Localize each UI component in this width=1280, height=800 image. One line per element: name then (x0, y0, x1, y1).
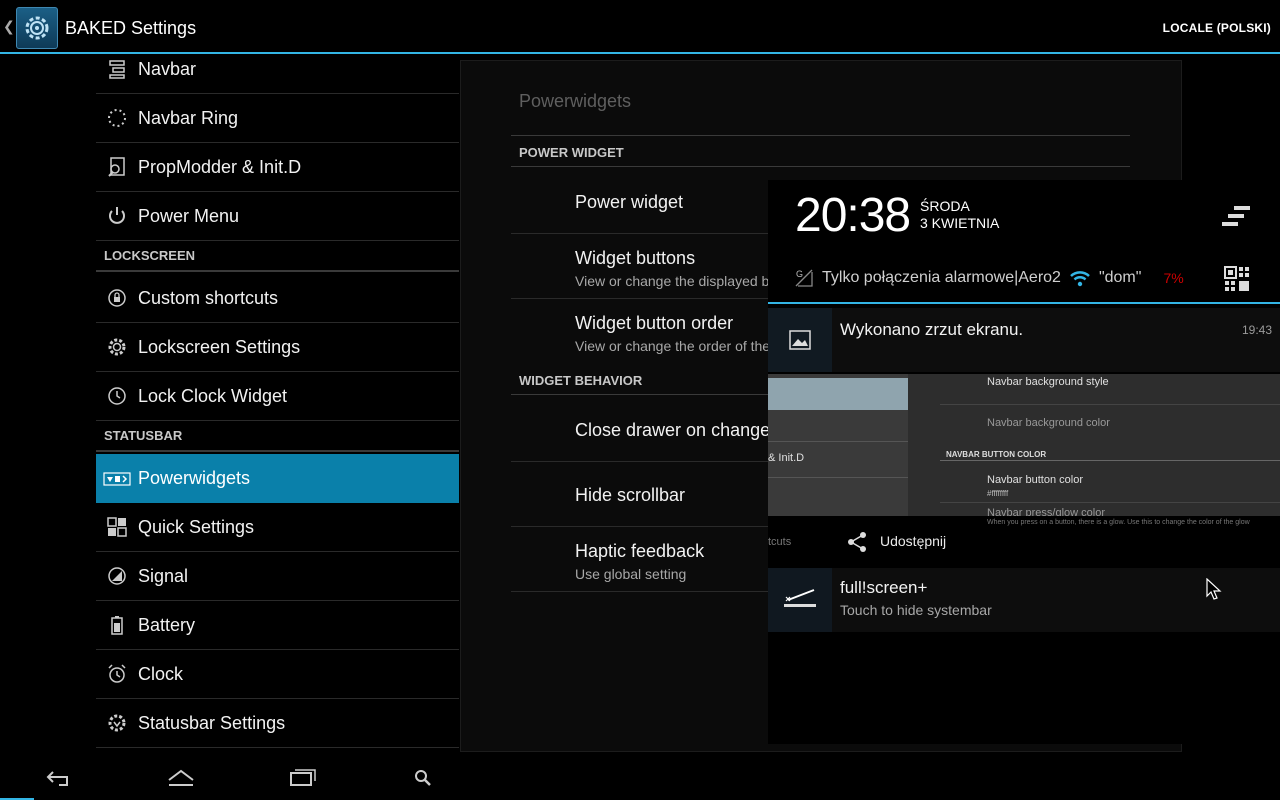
fullscreen-notification[interactable]: full!screen+ Touch to hide systembar (768, 568, 1280, 632)
list-item-navbar-ring[interactable]: Navbar Ring (96, 94, 459, 143)
divider (511, 135, 1130, 136)
list-item-label: PropModder & Init.D (138, 156, 302, 177)
list-item-navbar[interactable]: Navbar (96, 56, 459, 94)
list-item-label: Lock Clock Widget (138, 385, 288, 406)
share-action[interactable]: tcuts When you press on a button, there … (768, 516, 1280, 566)
divider (940, 502, 1280, 503)
app-title[interactable]: BAKED Settings (65, 18, 196, 39)
preview-text: When you press on a button, there is a g… (987, 519, 1250, 526)
svg-text:G: G (796, 269, 803, 279)
alarm-clock-icon (96, 650, 138, 699)
pane-title: Powerwidgets (519, 91, 632, 111)
shade-date: 3 KWIETNIA (920, 215, 1000, 231)
settings-list: Navbar Navbar Ring PropModder & Init.D P… (96, 56, 459, 748)
wifi-name: "dom" (1098, 269, 1142, 286)
list-item-power-menu[interactable]: Power Menu (96, 192, 459, 241)
list-item-label: Power Menu (138, 205, 240, 226)
power-icon (96, 192, 138, 241)
list-item-quick-settings[interactable]: Quick Settings (96, 503, 459, 552)
search-icon[interactable] (404, 764, 444, 792)
fullscreen-icon (768, 568, 832, 632)
system-navbar (0, 752, 1280, 800)
carrier-text: Tylko połączenia alarmowe|Aero2 (822, 269, 1061, 286)
settings-toggle-icon[interactable] (1220, 204, 1252, 230)
preview-text: Navbar button color (987, 474, 1083, 486)
divider (940, 404, 1280, 405)
list-item-powerwidgets[interactable]: Powerwidgets (96, 454, 459, 503)
quicksettings-icon (96, 503, 138, 552)
preview-selected-row (768, 378, 908, 410)
list-item-label: Quick Settings (138, 516, 255, 537)
notification-shade: 20:38 ŚRODA 3 KWIETNIA G Tylko połączeni… (768, 180, 1280, 744)
gear-icon (96, 699, 138, 748)
list-item-label: Signal (138, 565, 189, 586)
list-item-label: Statusbar Settings (138, 712, 286, 733)
preview-text: #ffffffff (987, 489, 1009, 498)
share-icon (848, 532, 866, 552)
section-header-lockscreen: LOCKSCREEN (96, 242, 459, 272)
list-item-label: Battery (138, 614, 196, 635)
list-item-statusbar-settings[interactable]: Statusbar Settings (96, 699, 459, 748)
divider (768, 477, 908, 478)
home-icon[interactable] (161, 764, 201, 792)
shade-divider (768, 302, 1280, 304)
notification-summary: Touch to hide systembar (840, 602, 992, 618)
divider (511, 166, 1130, 167)
section-header-statusbar: STATUSBAR (96, 422, 459, 452)
list-item-label: Custom shortcuts (138, 287, 279, 308)
list-item-label: Navbar (138, 58, 197, 79)
list-item-label: Navbar Ring (138, 107, 239, 128)
shade-clock: 20:38 (795, 189, 911, 242)
propmodder-icon (96, 143, 138, 192)
screenshot-notification[interactable]: Wykonano zrzut ekranu. 19:43 (768, 308, 1280, 372)
list-item-clock[interactable]: Clock (96, 650, 459, 699)
list-item-battery[interactable]: Battery (96, 601, 459, 650)
list-item-lock-clock-widget[interactable]: Lock Clock Widget (96, 372, 459, 421)
gear-app-icon[interactable] (16, 7, 58, 49)
screenshot-preview: & Init.D Navbar background style Navbar … (768, 374, 1280, 516)
status-row: G Tylko połączenia alarmowe|Aero2 "dom" … (794, 268, 1184, 288)
list-item-label: Powerwidgets (138, 468, 251, 488)
locale-button[interactable]: LOCALE (POLSKI) (1163, 21, 1271, 35)
battery-level: 7% (1163, 270, 1184, 286)
preview-text: Navbar background style (987, 376, 1109, 388)
no-signal-icon: G (795, 269, 813, 287)
category-power-widget: POWER WIDGET (519, 145, 624, 160)
clock-icon (96, 372, 138, 421)
preview-text: & Init.D (768, 452, 805, 464)
preview-text: Navbar press/glow color (987, 507, 1105, 516)
list-item-label: Clock (138, 663, 184, 684)
recent-apps-icon[interactable] (282, 764, 322, 792)
notification-time: 19:43 (1241, 323, 1272, 337)
lock-icon (96, 274, 138, 323)
notification-title: full!screen+ (840, 578, 928, 597)
up-caret-icon[interactable]: ❮ (3, 18, 15, 35)
image-icon (768, 308, 832, 372)
shade-day: ŚRODA (920, 198, 970, 214)
divider (768, 441, 908, 442)
battery-icon (96, 601, 138, 650)
gear-icon (96, 323, 138, 372)
quick-settings-icon[interactable] (1224, 266, 1250, 292)
list-item-lockscreen-settings[interactable]: Lockscreen Settings (96, 323, 459, 372)
back-icon[interactable] (40, 764, 80, 792)
powerwidget-icon (96, 454, 138, 503)
list-item-custom-shortcuts[interactable]: Custom shortcuts (96, 274, 459, 323)
wifi-icon (1070, 271, 1090, 287)
divider (940, 460, 1280, 461)
list-item-signal[interactable]: Signal (96, 552, 459, 601)
list-item-label: Lockscreen Settings (138, 336, 301, 357)
share-label: Udostępnij (880, 533, 947, 549)
navbar-icon (96, 56, 138, 94)
list-item-propmodder[interactable]: PropModder & Init.D (96, 143, 459, 192)
action-bar: ❮ BAKED Settings LOCALE (POLSKI) (0, 0, 1280, 54)
signal-icon (96, 552, 138, 601)
ring-icon (96, 94, 138, 143)
category-widget-behavior: WIDGET BEHAVIOR (519, 373, 643, 388)
preview-text: tcuts (768, 536, 792, 548)
preview-text: NAVBAR BUTTON COLOR (946, 450, 1047, 459)
notification-title: Wykonano zrzut ekranu. (840, 320, 1024, 339)
preview-text: Navbar background color (987, 417, 1110, 429)
mouse-cursor-icon (1206, 578, 1222, 600)
